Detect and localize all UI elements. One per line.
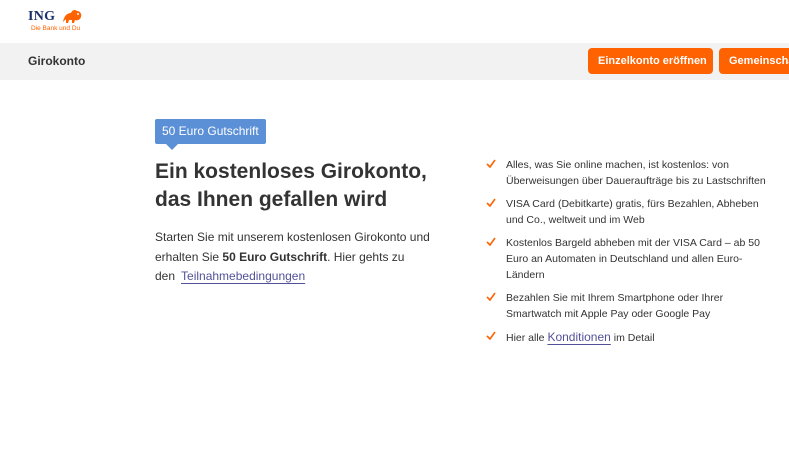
intro-text: Starten Sie mit unserem kostenlosen Giro… <box>155 228 440 287</box>
feature-text: Kostenlos Bargeld abheben mit der VISA C… <box>506 237 760 281</box>
terms-link[interactable]: Teilnahmebedingungen <box>181 269 305 283</box>
feature-text: Bezahlen Sie mit Ihrem Smartphone oder I… <box>506 292 724 320</box>
checkmark-icon <box>486 331 496 341</box>
feature-item-conditions: Hier alle Konditionen im Detail <box>486 329 766 346</box>
feature-list: Alles, was Sie online machen, ist kosten… <box>486 157 766 353</box>
logo-wordmark: ING <box>28 9 56 24</box>
open-single-account-button[interactable]: Einzelkonto eröffnen <box>588 48 713 74</box>
conditions-prefix: Hier alle <box>506 332 545 344</box>
checkmark-icon <box>486 198 496 208</box>
bonus-badge: 50 Euro Gutschrift <box>155 119 266 150</box>
conditions-suffix: im Detail <box>613 332 655 344</box>
intro-bonus-highlight: 50 Euro Gutschrift <box>222 249 328 264</box>
lion-logo-icon <box>63 9 82 23</box>
feature-item: Kostenlos Bargeld abheben mit der VISA C… <box>486 235 766 283</box>
open-joint-account-button[interactable]: Gemeinscha <box>719 48 789 74</box>
checkmark-icon <box>486 237 496 247</box>
sub-navigation: Girokonto Einzelkonto eröffnen Gemeinsch… <box>0 43 789 80</box>
feature-text: VISA Card (Debitkarte) gratis, fürs Beza… <box>506 198 759 226</box>
section-title[interactable]: Girokonto <box>28 54 85 68</box>
ing-logo[interactable]: ING Die Bank und Du <box>28 9 88 35</box>
checkmark-icon <box>486 292 496 302</box>
feature-text: Alles, was Sie online machen, ist kosten… <box>506 159 766 187</box>
conditions-link[interactable]: Konditionen <box>547 330 610 344</box>
page-headline: Ein kostenloses Girokonto, das Ihnen gef… <box>155 160 427 211</box>
logo-tagline: Die Bank und Du <box>31 25 81 32</box>
feature-item: VISA Card (Debitkarte) gratis, fürs Beza… <box>486 196 766 228</box>
checkmark-icon <box>486 159 496 169</box>
top-bar: ING Die Bank und Du <box>0 0 789 43</box>
feature-item: Bezahlen Sie mit Ihrem Smartphone oder I… <box>486 290 766 322</box>
feature-item: Alles, was Sie online machen, ist kosten… <box>486 157 766 189</box>
